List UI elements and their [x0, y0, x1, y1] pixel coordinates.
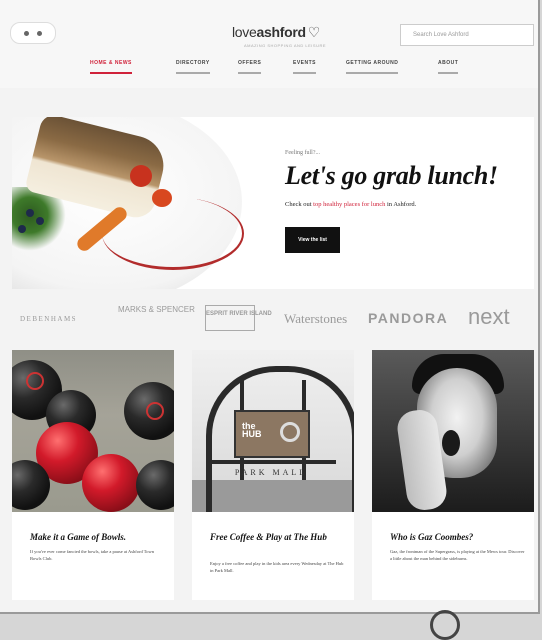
scroll-top-icon[interactable]	[430, 610, 460, 640]
hero-subtitle-suffix: in Ashford.	[385, 201, 417, 208]
heart-icon: ♡	[307, 24, 321, 40]
gaz-coombes-image	[372, 350, 534, 512]
article-card-hub[interactable]: the HUB PARK MALL Free Coffee & Play at T…	[192, 350, 354, 600]
nav-item-offers[interactable]: OFFERS	[238, 60, 262, 74]
main-nav: HOME & NEWS DIRECTORY OFFERS EVENTS GETT…	[0, 60, 538, 80]
nav-item-directory[interactable]: DIRECTORY	[176, 60, 210, 74]
hub-logo-ring	[280, 422, 300, 442]
article-card-bowls[interactable]: Make it a Game of Bowls. If you've ever …	[12, 350, 174, 600]
site-logo[interactable]: loveashford ♡	[232, 24, 320, 41]
mouth	[442, 430, 460, 456]
hero-subtitle-prefix: Check out	[285, 201, 314, 208]
brand-strip: DEBENHAMS MARKS & SPENCER ESPRIT RIVER I…	[0, 295, 538, 345]
card-description: If you've ever come fancied the bowls, t…	[30, 549, 154, 561]
nav-item-home-news[interactable]: HOME & NEWS	[90, 60, 132, 74]
brand-logo-waterstones[interactable]: Waterstones	[284, 311, 347, 327]
hero-title: Let's go grab lunch!	[285, 161, 498, 190]
park-mall-image: the HUB PARK MALL	[192, 350, 354, 512]
berry	[26, 209, 34, 217]
twitter-icon[interactable]	[37, 30, 42, 36]
hero-banner[interactable]: Feeling full?... Let's go grab lunch! Ch…	[12, 117, 534, 289]
article-card-gaz-coombes[interactable]: Who is Gaz Coombes? Gaz, the frontman of…	[372, 350, 534, 600]
logo-bold-text: ashford	[256, 24, 306, 40]
park-mall-sign: PARK MALL	[234, 468, 308, 477]
arch-bar	[212, 460, 336, 464]
card-description: Gaz, the frontman of the Supergrass, is …	[390, 549, 525, 561]
brand-logo-marks-spencer[interactable]: MARKS & SPENCER	[118, 305, 195, 314]
berry	[36, 217, 44, 225]
browser-viewport: loveashford ♡ AMAZING SHOPPING AND LEISUR…	[0, 0, 540, 614]
card-title[interactable]: Who is Gaz Coombes?	[390, 531, 525, 543]
brand-logo-next[interactable]: next	[468, 304, 510, 330]
hero-kicker: Feeling full?...	[285, 150, 320, 156]
facebook-icon[interactable]	[24, 30, 29, 36]
logo-tagline: AMAZING SHOPPING AND LEISURE	[244, 43, 327, 48]
card-title[interactable]: Free Coffee & Play at The Hub	[210, 531, 345, 543]
tomato	[152, 189, 172, 207]
logo-light-text: love	[232, 24, 257, 40]
hub-sign-text: the HUB	[242, 421, 262, 439]
brand-logo-debenhams[interactable]: DEBENHAMS	[20, 315, 77, 323]
view-list-button[interactable]: View the list	[285, 227, 340, 253]
nav-item-events[interactable]: EVENTS	[293, 60, 317, 74]
tomato	[130, 165, 152, 187]
nav-item-about[interactable]: ABOUT	[438, 60, 459, 74]
berry	[18, 225, 26, 233]
brand-logo-pandora[interactable]: PANDORA	[368, 310, 448, 326]
card-description: Enjoy a free coffee and play in the kids…	[210, 561, 344, 573]
social-links[interactable]	[10, 22, 56, 44]
bowl-ball	[82, 454, 140, 512]
card-title[interactable]: Make it a Game of Bowls.	[30, 531, 165, 543]
bowl-emblem	[146, 402, 164, 420]
hero-subtitle-link[interactable]: top healthy places for lunch	[313, 201, 385, 208]
nav-item-getting-around[interactable]: GETTING AROUND	[346, 60, 399, 74]
bowl-ball	[136, 460, 174, 510]
search-input[interactable]: Search Love Ashford	[400, 24, 534, 46]
bowl-emblem	[26, 372, 44, 390]
bowls-image	[12, 350, 174, 512]
hub-sign: the HUB	[234, 410, 310, 458]
site-header: loveashford ♡ AMAZING SHOPPING AND LEISUR…	[0, 0, 538, 88]
brand-logo-esprit-river-island[interactable]: ESPRIT RIVER ISLAND	[205, 305, 272, 331]
hero-subtitle: Check out top healthy places for lunch i…	[285, 201, 416, 208]
